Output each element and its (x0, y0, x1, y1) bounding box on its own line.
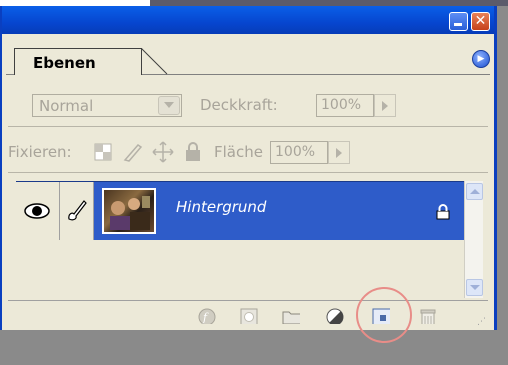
tab-layers[interactable]: Ebenen (14, 48, 142, 75)
scroll-up-icon[interactable] (466, 183, 483, 200)
lock-row: Fixieren: Fläche 100% (8, 132, 486, 172)
layer-style-icon[interactable]: f (198, 308, 216, 324)
lock-position-icon[interactable] (152, 141, 174, 163)
close-button[interactable]: ✕ (471, 12, 490, 31)
resize-grip-icon[interactable]: ⋰ (477, 317, 486, 327)
lock-label: Fixieren: (8, 143, 72, 161)
lock-transparency-icon[interactable] (94, 143, 112, 161)
tab-layers-label: Ebenen (33, 54, 96, 72)
new-group-icon[interactable] (282, 308, 300, 324)
tab-slope (141, 48, 168, 75)
fill-arrow-icon[interactable] (328, 141, 350, 164)
layers-window: ✕ Ebenen ▶ Normal Deckkraft: 100% Fixier… (0, 6, 497, 330)
blend-mode-value: Normal (39, 97, 94, 115)
link-toggle[interactable] (60, 182, 94, 241)
opacity-input[interactable]: 100% (316, 94, 374, 117)
highlight-circle (356, 287, 412, 343)
brush-icon (68, 200, 87, 221)
trash-icon[interactable] (420, 308, 438, 324)
layer-lock-icon (436, 204, 450, 220)
blend-row: Normal Deckkraft: 100% (10, 85, 486, 125)
opacity-label: Deckkraft: (200, 96, 278, 114)
eye-icon (24, 203, 50, 219)
blend-mode-select[interactable]: Normal (32, 94, 182, 117)
tab-row: Ebenen (6, 40, 490, 75)
layer-thumbnail (102, 188, 156, 234)
scroll-down-icon[interactable] (466, 279, 483, 296)
lock-all-icon[interactable] (184, 142, 202, 162)
opacity-arrow-icon[interactable] (374, 94, 396, 117)
visibility-toggle[interactable] (16, 182, 60, 241)
lock-pixels-icon[interactable] (122, 142, 144, 162)
panel-menu-icon[interactable]: ▶ (472, 50, 490, 68)
divider (8, 172, 488, 173)
chevron-down-icon[interactable] (158, 96, 180, 115)
layer-name[interactable]: Hintergrund (176, 198, 266, 216)
fill-label: Fläche (214, 143, 263, 161)
adjustment-layer-icon[interactable] (326, 308, 344, 324)
photo-thumbnail-image (110, 196, 150, 230)
bottom-toolbar: f ⋰ (8, 300, 488, 331)
fill-input[interactable]: 100% (270, 141, 328, 164)
layers-scrollbar[interactable] (464, 181, 483, 298)
layer-row[interactable]: Hintergrund (16, 181, 464, 242)
divider (8, 126, 488, 127)
titlebar: ✕ (2, 6, 494, 34)
layer-mask-icon[interactable] (240, 308, 258, 324)
minimize-button[interactable] (449, 12, 468, 31)
